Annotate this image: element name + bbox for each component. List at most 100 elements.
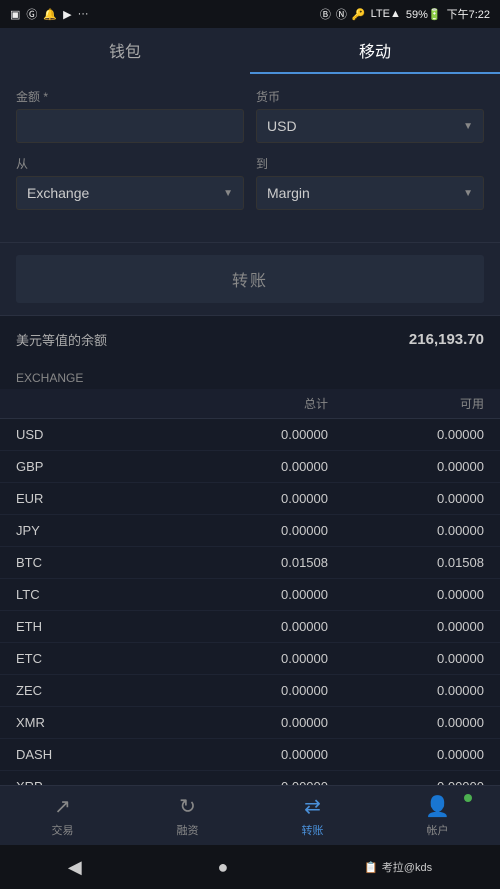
amount-input-wrap[interactable] [16,109,244,143]
exchange-section-label: EXCHANGE [0,363,500,389]
top-tab-bar: 钱包 移动 [0,28,500,74]
from-label: 从 [16,155,244,172]
row-currency: USD [16,427,172,442]
table-header: 总计 可用 [0,389,500,419]
header-currency [16,395,172,412]
row-currency: DASH [16,747,172,762]
watermark: 📋 考拉@kds [364,859,432,875]
from-value: Exchange [27,185,89,201]
nav-item-fund[interactable]: ↻ 融资 [125,786,250,845]
row-total: 0.00000 [172,427,328,442]
nav-item-transfer[interactable]: ⇄ 转账 [250,786,375,845]
row-available: 0.00000 [328,491,484,506]
system-nav: ◀ ● 📋 考拉@kds [0,845,500,889]
tab-mobile[interactable]: 移动 [250,28,500,74]
to-label: 到 [256,155,484,172]
notification-icon: 🔔 [43,8,57,21]
online-indicator [464,794,472,802]
row-currency: EUR [16,491,172,506]
table-row: XMR 0.00000 0.00000 [0,707,500,739]
from-select[interactable]: Exchange ▼ [16,176,244,210]
row-currency: JPY [16,523,172,538]
bottom-nav: ↗ 交易 ↻ 融资 ⇄ 转账 👤 帐户 [0,785,500,845]
from-group: 从 Exchange ▼ [16,155,244,210]
transfer-button[interactable]: 转账 [16,255,484,303]
balance-value: 216,193.70 [409,331,484,348]
currency-group: 货币 USD ▼ [256,88,484,143]
table-row: JPY 0.00000 0.00000 [0,515,500,547]
nav-label-transfer: 转账 [302,822,324,838]
to-value: Margin [267,185,310,201]
table-row: GBP 0.00000 0.00000 [0,451,500,483]
table-row: LTC 0.00000 0.00000 [0,579,500,611]
row-currency: BTC [16,555,172,570]
fund-icon: ↻ [179,794,196,819]
currency-select[interactable]: USD ▼ [256,109,484,143]
status-left-icons: ▣ Ⓖ 🔔 ▶ ··· [10,6,89,22]
nav-label-fund: 融资 [177,822,199,838]
row-currency: ZEC [16,683,172,698]
form-row-1: 金额 * 货币 USD ▼ [16,88,484,143]
row-total: 0.00000 [172,747,328,762]
tab-wallet[interactable]: 钱包 [0,28,250,74]
table-row: DASH 0.00000 0.00000 [0,739,500,771]
row-available: 0.00000 [328,651,484,666]
row-available: 0.00000 [328,715,484,730]
to-chevron-icon: ▼ [463,188,473,199]
currency-label: 货币 [256,88,484,105]
currency-value: USD [267,118,297,134]
row-available: 0.01508 [328,555,484,570]
amount-input[interactable] [27,118,233,134]
table-row: EUR 0.00000 0.00000 [0,483,500,515]
balance-label: 美元等值的余额 [16,330,107,349]
row-available: 0.00000 [328,427,484,442]
nav-label-trade: 交易 [52,822,74,838]
row-currency: ETH [16,619,172,634]
row-total: 0.00000 [172,651,328,666]
to-group: 到 Margin ▼ [256,155,484,210]
header-available: 可用 [328,395,484,412]
row-total: 0.00000 [172,683,328,698]
to-select[interactable]: Margin ▼ [256,176,484,210]
row-currency: ETC [16,651,172,666]
row-available: 0.00000 [328,459,484,474]
row-total: 0.00000 [172,587,328,602]
nav-item-trade[interactable]: ↗ 交易 [0,786,125,845]
from-chevron-icon: ▼ [223,188,233,199]
home-button[interactable]: ● [217,857,228,878]
amount-label: 金额 * [16,88,244,105]
key-icon: 🔑 [352,8,366,21]
bluetooth-icon: Ⓑ [320,6,331,22]
row-available: 0.00000 [328,587,484,602]
row-currency: XMR [16,715,172,730]
row-total: 0.00000 [172,459,328,474]
battery-icon: 59%🔋 [406,8,442,21]
app-icon-1: ▣ [10,8,20,21]
currency-chevron-icon: ▼ [463,121,473,132]
row-currency: LTC [16,587,172,602]
balance-section: 美元等值的余额 216,193.70 [0,315,500,363]
nav-item-account[interactable]: 👤 帐户 [375,786,500,845]
row-currency: GBP [16,459,172,474]
row-total: 0.00000 [172,523,328,538]
row-available: 0.00000 [328,747,484,762]
table-row: ZEC 0.00000 0.00000 [0,675,500,707]
trade-icon: ↗ [54,794,71,819]
row-total: 0.00000 [172,491,328,506]
amount-group: 金额 * [16,88,244,143]
signal-icon: LTE▲ [371,8,401,20]
row-available: 0.00000 [328,683,484,698]
transfer-button-wrap: 转账 [0,242,500,315]
table-row: ETC 0.00000 0.00000 [0,643,500,675]
account-icon: 👤 [425,794,450,819]
form-row-2: 从 Exchange ▼ 到 Margin ▼ [16,155,484,210]
nfc-icon: Ⓝ [336,6,347,22]
row-available: 0.00000 [328,523,484,538]
back-button[interactable]: ◀ [68,857,82,878]
form-area: 金额 * 货币 USD ▼ 从 Exchange ▼ 到 Margin [0,74,500,242]
row-total: 0.00000 [172,715,328,730]
table-row: BTC 0.01508 0.01508 [0,547,500,579]
dots: ··· [78,8,89,20]
status-bar: ▣ Ⓖ 🔔 ▶ ··· Ⓑ Ⓝ 🔑 LTE▲ 59%🔋 下午7:22 [0,0,500,28]
app-icon-2: Ⓖ [26,6,37,22]
